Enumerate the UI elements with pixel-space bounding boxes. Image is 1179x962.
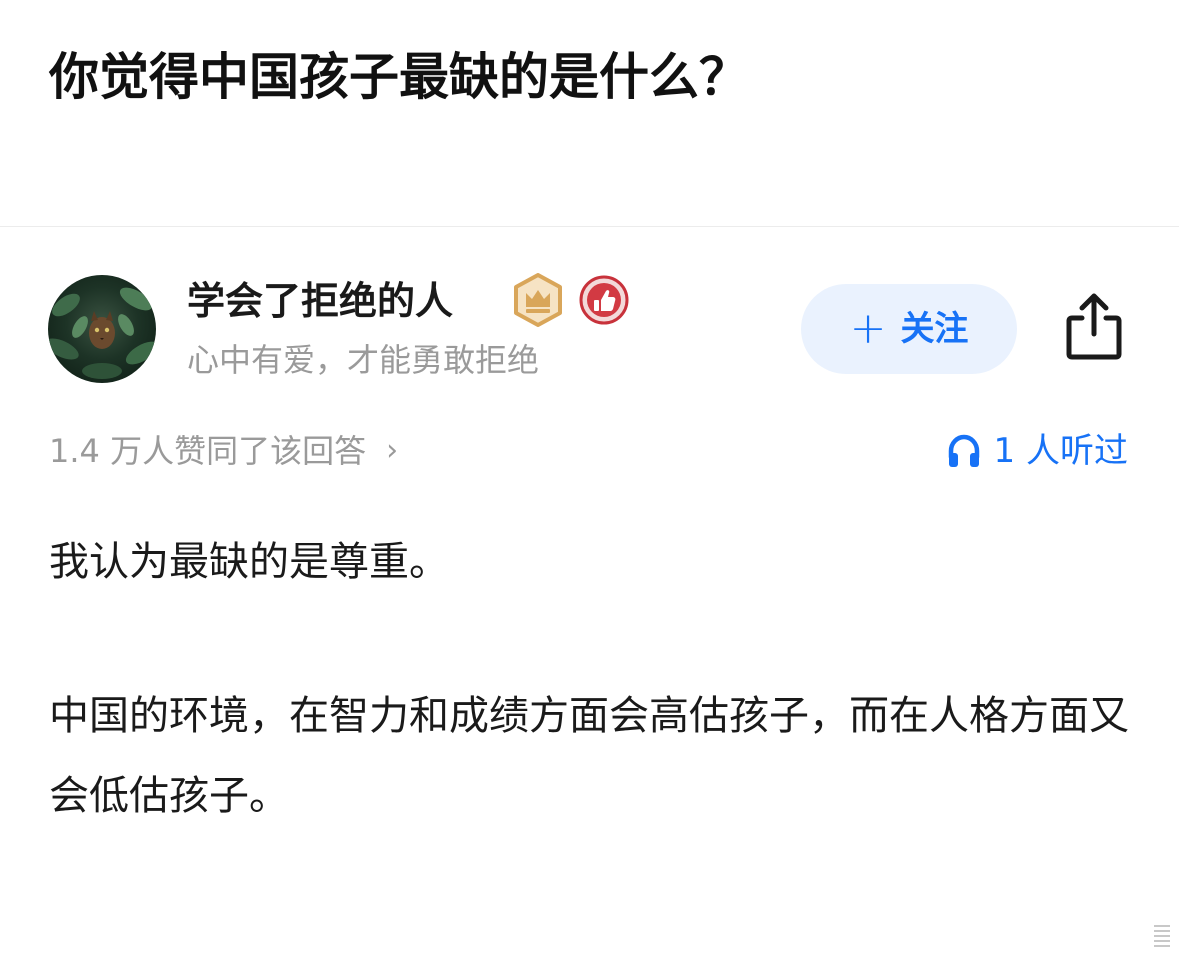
thumbs-up-badge-icon[interactable] (578, 273, 630, 327)
author-name[interactable]: 学会了拒绝的人 (187, 277, 453, 325)
chevron-right-icon: › (386, 433, 399, 468)
upvote-count-text: 1.4 万人赞同了该回答 (49, 432, 367, 470)
share-icon[interactable] (1062, 292, 1126, 360)
question-title[interactable]: 你觉得中国孩子最缺的是什么？ (49, 44, 749, 110)
upvote-count-link[interactable]: 1.4 万人赞同了该回答 › (49, 428, 398, 474)
avatar[interactable] (48, 275, 156, 383)
plus-icon: + (849, 303, 887, 354)
answer-paragraph: 中国的环境，在智力和成绩方面会高估孩子，而在人格方面又会低估孩子。 (49, 693, 1129, 819)
listen-count-link[interactable]: 1 人听过 (946, 428, 1128, 474)
crown-badge-icon[interactable] (512, 273, 564, 327)
answer-body: 我认为最缺的是尊重。 中国的环境，在智力和成绩方面会高估孩子，而在人格方面又会低… (49, 522, 1139, 836)
follow-button[interactable]: + 关注 (801, 284, 1017, 374)
author-bio: 心中有爱，才能勇敢拒绝 (187, 341, 540, 379)
divider (0, 226, 1179, 227)
listen-count-text: 1 人听过 (993, 431, 1128, 471)
scroll-indicator[interactable] (1152, 922, 1172, 952)
answer-paragraph: 我认为最缺的是尊重。 (49, 539, 449, 585)
follow-label: 关注 (900, 309, 969, 349)
headphones-icon (946, 433, 982, 469)
